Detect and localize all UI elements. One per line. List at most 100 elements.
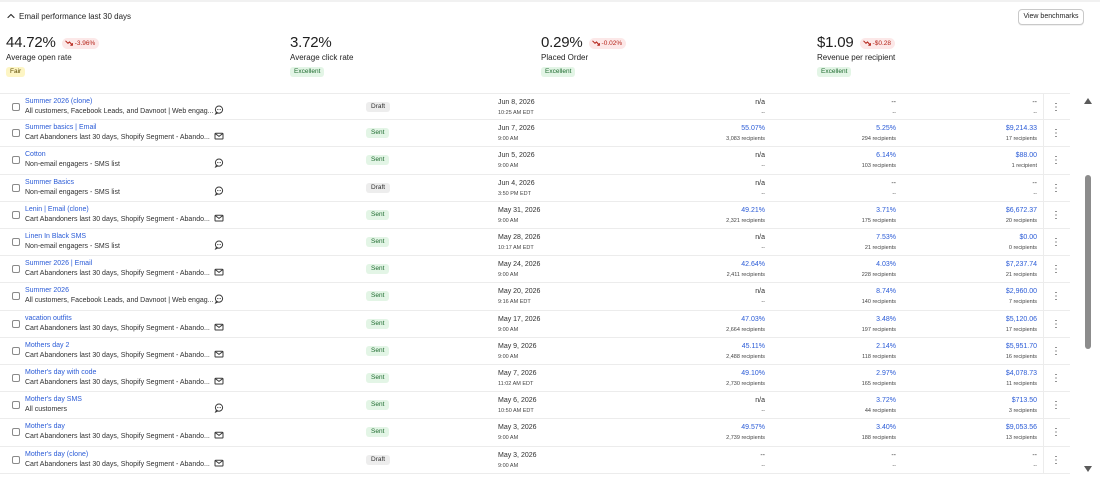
campaign-name-link[interactable]: vacation outfits — [25, 315, 72, 322]
campaign-time: 9:00 AM — [498, 435, 519, 442]
campaign-time: 11:02 AM EDT — [498, 381, 534, 387]
row-checkbox[interactable] — [12, 319, 20, 328]
revenue-value[interactable]: $713.50 — [877, 397, 1037, 404]
more-options-icon[interactable]: ⋮ — [1050, 372, 1062, 385]
table-row[interactable]: Mother's day (clone) Cart Abandoners last… — [0, 446, 1070, 474]
more-options-icon[interactable]: ⋮ — [1050, 290, 1062, 303]
campaign-name-link[interactable]: Mother's day SMS — [25, 396, 82, 403]
table-row[interactable]: Linen In Black SMS Non-email engagers - S… — [0, 229, 1070, 257]
campaign-name-link[interactable]: Linen In Black SMS — [25, 233, 86, 240]
email-icon — [214, 128, 224, 140]
row-checkbox[interactable] — [12, 455, 20, 464]
row-checkbox[interactable] — [12, 129, 20, 138]
click-rate-value[interactable]: 3.72% — [736, 397, 896, 404]
table-row[interactable]: Mother's day with code Cart Abandoners la… — [0, 365, 1070, 393]
column-divider — [1043, 337, 1044, 365]
table-row[interactable]: Summer Basics Non-email engagers - SMS li… — [0, 174, 1070, 202]
table-row[interactable]: Cotton Non-email engagers - SMS list Sent J… — [0, 147, 1070, 175]
more-options-icon[interactable]: ⋮ — [1050, 454, 1062, 467]
table-row[interactable]: vacation outfits Cart Abandoners last 30 … — [0, 310, 1070, 338]
campaign-name-link[interactable]: Summer 2026 — [25, 287, 69, 294]
row-checkbox[interactable] — [12, 156, 20, 165]
table-row[interactable]: Mother's day Cart Abandoners last 30 days… — [0, 419, 1070, 447]
more-options-icon[interactable]: ⋮ — [1050, 209, 1062, 222]
campaign-audience: Non-email engagers - SMS list — [25, 188, 120, 196]
more-options-icon[interactable]: ⋮ — [1050, 263, 1062, 276]
revenue-value[interactable]: $0.00 — [877, 234, 1037, 241]
revenue-value[interactable]: $9,214.33 — [877, 125, 1037, 132]
table-row[interactable]: Summer basics | Email Cart Abandoners las… — [0, 120, 1070, 148]
revenue-value[interactable]: $88.00 — [877, 152, 1037, 159]
row-checkbox[interactable] — [12, 292, 20, 301]
status-badge: Draft — [366, 102, 391, 112]
click-rate-value[interactable]: 2.14% — [736, 343, 896, 350]
click-rate-value[interactable]: 5.25% — [736, 125, 896, 132]
table-row[interactable]: Mother's day SMS All customers Sent May 6, … — [0, 392, 1070, 420]
more-options-icon[interactable]: ⋮ — [1050, 318, 1062, 331]
more-options-icon[interactable]: ⋮ — [1050, 127, 1062, 140]
click-rate-value[interactable]: 3.71% — [736, 207, 896, 214]
campaign-name-link[interactable]: Mother's day with code — [25, 369, 96, 376]
scroll-down-arrow-icon[interactable] — [1083, 465, 1093, 473]
status-badge: Sent — [366, 400, 390, 411]
table-row[interactable]: Summer 2026 | Email Cart Abandoners last … — [0, 256, 1070, 284]
campaign-name-link[interactable]: Summer 2026 (clone) — [25, 98, 92, 105]
campaign-name-link[interactable]: Lenin | Email (clone) — [25, 206, 89, 213]
revenue-value[interactable]: $4,078.73 — [877, 370, 1037, 377]
campaign-name-link[interactable]: Mother's day — [25, 423, 65, 430]
trend-down-icon — [591, 39, 600, 46]
metric-1: 3.72% Average click rate Excellent — [290, 34, 353, 77]
revenue-value[interactable]: $2,960.00 — [877, 288, 1037, 295]
campaign-name-link[interactable]: Mother's day (clone) — [25, 451, 88, 458]
revenue-value[interactable]: $5,951.70 — [877, 343, 1037, 350]
row-checkbox[interactable] — [12, 265, 20, 274]
campaign-name-link[interactable]: Summer basics | Email — [25, 124, 96, 131]
campaign-date: May 20, 2026 — [498, 288, 541, 296]
row-checkbox[interactable] — [12, 374, 20, 382]
table-row[interactable]: Mothers day 2 Cart Abandoners last 30 day… — [0, 337, 1070, 365]
more-options-icon[interactable]: ⋮ — [1050, 345, 1062, 358]
revenue-value[interactable]: $5,120.06 — [877, 316, 1037, 323]
row-checkbox[interactable] — [12, 103, 20, 111]
revenue-value[interactable]: $7,237.74 — [877, 261, 1037, 268]
table-row[interactable]: Summer 2026 (clone) All customers, Facebo… — [0, 93, 1070, 121]
click-rate-value[interactable]: 2.97% — [736, 370, 896, 377]
click-rate-value[interactable]: 3.40% — [736, 424, 896, 431]
campaign-name-link[interactable]: Summer 2026 | Email — [25, 260, 92, 267]
more-options-icon[interactable]: ⋮ — [1050, 154, 1062, 167]
table-row[interactable]: Summer 2026 All customers, Facebook Leads… — [0, 283, 1070, 311]
revenue-value[interactable]: $9,053.56 — [877, 424, 1037, 431]
click-rate-value: -- — [891, 451, 896, 459]
view-benchmarks-button[interactable]: View benchmarks — [1018, 9, 1084, 25]
more-options-icon[interactable]: ⋮ — [1050, 426, 1062, 439]
campaign-audience: All customers — [25, 406, 68, 414]
metric-delta-value: -$0.28 — [872, 39, 891, 47]
campaign-name-link[interactable]: Cotton — [25, 151, 46, 158]
row-checkbox[interactable] — [12, 401, 20, 410]
more-options-icon[interactable]: ⋮ — [1050, 399, 1062, 412]
click-rate-value[interactable]: 8.74% — [736, 288, 896, 295]
row-checkbox[interactable] — [12, 210, 20, 219]
campaign-name-link[interactable]: Mothers day 2 — [25, 342, 69, 349]
more-options-icon[interactable]: ⋮ — [1050, 101, 1062, 114]
click-rate-value[interactable]: 3.48% — [736, 316, 896, 323]
revenue-value[interactable]: $6,672.37 — [877, 207, 1037, 214]
campaign-name-link[interactable]: Summer Basics — [25, 179, 74, 186]
campaign-date: Jun 7, 2026 — [498, 125, 535, 133]
row-checkbox[interactable] — [12, 428, 20, 437]
chevron-up-icon[interactable] — [6, 11, 16, 21]
scrollbar-thumb[interactable] — [1085, 175, 1091, 349]
more-options-icon[interactable]: ⋮ — [1050, 182, 1062, 195]
campaign-time: 9:00 AM — [498, 136, 519, 143]
scroll-up-arrow-icon[interactable] — [1083, 97, 1093, 105]
benchmark-badge: Excellent — [817, 67, 852, 77]
table-row[interactable]: Lenin | Email (clone) Cart Abandoners las… — [0, 201, 1070, 229]
click-rate-value[interactable]: 6.14% — [736, 152, 896, 159]
click-rate-value[interactable]: 7.53% — [736, 234, 896, 241]
click-rate-value[interactable]: 4.03% — [736, 261, 896, 268]
row-checkbox[interactable] — [12, 183, 20, 192]
column-divider — [1043, 201, 1044, 229]
more-options-icon[interactable]: ⋮ — [1050, 236, 1062, 249]
row-checkbox[interactable] — [12, 238, 20, 246]
row-checkbox[interactable] — [12, 346, 20, 355]
